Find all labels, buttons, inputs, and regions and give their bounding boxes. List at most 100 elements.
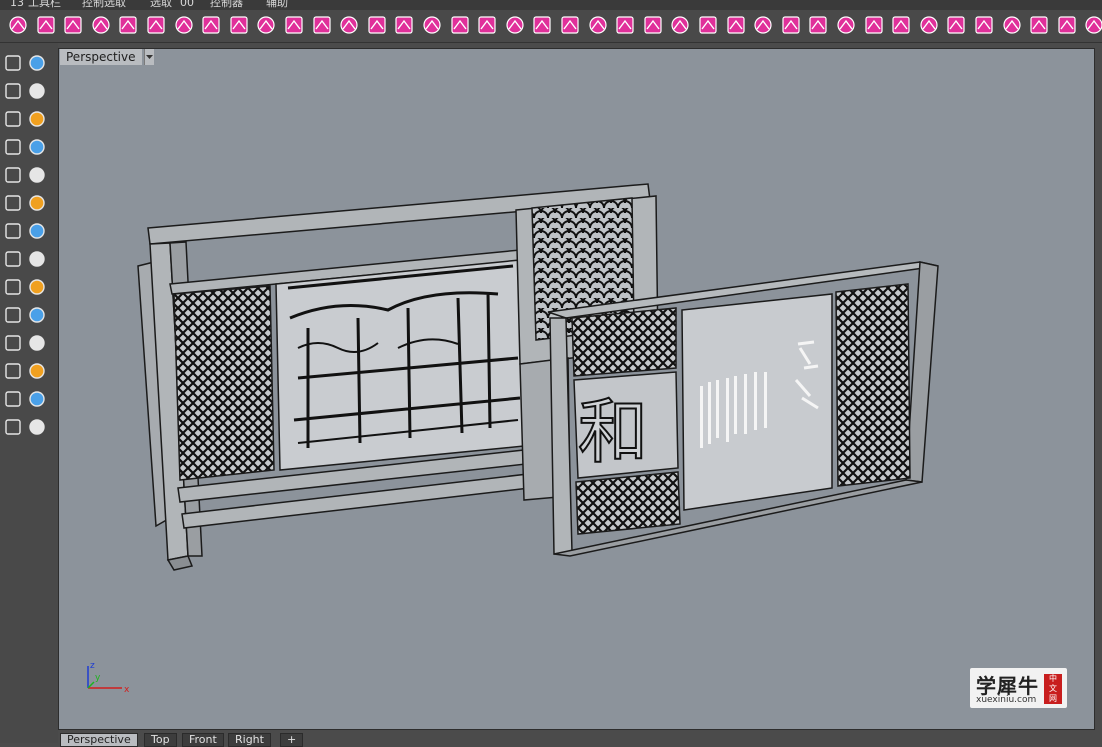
flow-tool-icon[interactable] — [917, 13, 941, 37]
right-panel: 和 — [547, 261, 939, 557]
axis-x-label: x — [124, 685, 130, 695]
watermark-logo: 学犀牛 xuexiniu.com 中 文 网 — [970, 668, 1067, 708]
join-tool-icon[interactable] — [668, 13, 692, 37]
split-icon[interactable] — [26, 275, 50, 299]
sphere-tool-icon[interactable] — [61, 13, 85, 37]
shade-icon[interactable] — [2, 415, 26, 439]
rotate-tool-icon[interactable] — [172, 13, 196, 37]
move-icon[interactable] — [26, 331, 50, 355]
text-icon[interactable] — [2, 303, 26, 327]
loft-tool-icon[interactable] — [144, 13, 168, 37]
surface-tool-icon[interactable] — [89, 13, 113, 37]
top-toolbar — [0, 10, 1102, 43]
axis-z-label: z — [90, 661, 95, 671]
extrude-solid-icon[interactable] — [2, 359, 26, 383]
project-tool-icon[interactable] — [475, 13, 499, 37]
surface-icon[interactable] — [2, 247, 26, 271]
tab-toolbar[interactable]: 工具栏 — [28, 0, 61, 10]
polyline-icon[interactable] — [2, 79, 26, 103]
torus-icon[interactable] — [26, 219, 50, 243]
seal-char: 文 — [1049, 684, 1057, 693]
rectangle-icon[interactable] — [26, 79, 50, 103]
extrude-tool-icon[interactable] — [420, 13, 444, 37]
viewport-title[interactable]: Perspective — [60, 49, 142, 65]
array-tool-icon[interactable] — [254, 13, 278, 37]
polygon-icon[interactable] — [2, 135, 26, 159]
curve-icon[interactable] — [2, 163, 26, 187]
patch-icon[interactable] — [26, 247, 50, 271]
viewport-tabs: Perspective Top Front Right + — [58, 731, 1102, 747]
group-tool-icon[interactable] — [724, 13, 748, 37]
viewport-menu-chevron-icon[interactable] — [144, 49, 154, 65]
split-tool-icon[interactable] — [641, 13, 665, 37]
grid-array-icon[interactable] — [2, 387, 26, 411]
transform-icon[interactable] — [2, 331, 26, 355]
fillet-tool-icon[interactable] — [282, 13, 306, 37]
perspective-viewport[interactable]: 和 Perspective x y z 学犀牛 xuexiniu.com 中 文 — [58, 48, 1095, 730]
orient-tool-icon[interactable] — [889, 13, 913, 37]
check-icon[interactable] — [26, 415, 50, 439]
tab-controller[interactable]: 控制器 — [210, 0, 243, 10]
boolean-diff-tool-icon[interactable] — [365, 13, 389, 37]
tab-select[interactable]: 选取 — [150, 0, 172, 10]
box-tool-icon[interactable] — [34, 13, 58, 37]
add-viewport-tab-button[interactable]: + — [280, 733, 304, 747]
cylinder-icon[interactable] — [2, 219, 26, 243]
seal-char: 网 — [1049, 694, 1057, 703]
taper-tool-icon[interactable] — [1000, 13, 1024, 37]
trim-tool-icon[interactable] — [613, 13, 637, 37]
tab-perspective[interactable]: Perspective — [60, 733, 138, 747]
watermark-seal: 中 文 网 — [1044, 674, 1062, 704]
boolean-icon[interactable] — [2, 275, 26, 299]
tab-control-select[interactable]: 控制选取 — [82, 0, 126, 10]
select-icon[interactable] — [2, 51, 26, 75]
axis-indicator: x y z — [87, 661, 130, 695]
scale-tool-icon[interactable] — [199, 13, 223, 37]
chamfer-tool-icon[interactable] — [310, 13, 334, 37]
tab-right[interactable]: Right — [228, 733, 271, 747]
grid-tool-icon[interactable] — [1082, 13, 1102, 37]
snap-icon[interactable] — [26, 387, 50, 411]
tab-front[interactable]: Front — [182, 733, 224, 747]
tab-top[interactable]: Top — [144, 733, 177, 747]
tab-13[interactable]: 13 — [10, 0, 24, 10]
osnap-tool-icon[interactable] — [1055, 13, 1079, 37]
line-tool-icon[interactable] — [6, 13, 30, 37]
pipe-tool-icon[interactable] — [503, 13, 527, 37]
tab-00[interactable]: 00 — [180, 0, 194, 10]
dimension-icon[interactable] — [26, 303, 50, 327]
cap-tool-icon[interactable] — [558, 13, 582, 37]
box-solid-icon[interactable] — [2, 191, 26, 215]
edit-points-tool-icon[interactable] — [862, 13, 886, 37]
boolean-union-tool-icon[interactable] — [337, 13, 361, 37]
explode-tool-icon[interactable] — [696, 13, 720, 37]
boolean-split-tool-icon[interactable] — [392, 13, 416, 37]
toolbar-tab-strip: 13 工具栏 控制选取 选取 00 控制器 辅助 — [0, 0, 1102, 10]
ungroup-tool-icon[interactable] — [751, 13, 775, 37]
bend-tool-icon[interactable] — [972, 13, 996, 37]
sweep-tool-icon[interactable] — [116, 13, 140, 37]
circle-icon[interactable] — [2, 107, 26, 131]
layer-tool-icon[interactable] — [779, 13, 803, 37]
calligraphy-character: 和 — [578, 391, 648, 473]
wall-icon[interactable] — [26, 359, 50, 383]
mirror-tool-icon[interactable] — [227, 13, 251, 37]
seal-char: 中 — [1049, 674, 1057, 683]
ellipse-icon[interactable] — [26, 107, 50, 131]
twist-tool-icon[interactable] — [944, 13, 968, 37]
tab-auxiliary[interactable]: 辅助 — [266, 0, 288, 10]
render-tool-icon[interactable] — [806, 13, 830, 37]
blend-tool-icon[interactable] — [586, 13, 610, 37]
cage-tool-icon[interactable] — [834, 13, 858, 37]
watermark-url: xuexiniu.com — [976, 695, 1037, 705]
scene-model: 和 — [137, 183, 939, 571]
fillet-curve-icon[interactable] — [26, 163, 50, 187]
arc-icon[interactable] — [26, 135, 50, 159]
offset-tool-icon[interactable] — [448, 13, 472, 37]
left-toolbar — [0, 43, 58, 743]
unroll-tool-icon[interactable] — [530, 13, 554, 37]
morph-tool-icon[interactable] — [1027, 13, 1051, 37]
sphere-solid-icon[interactable] — [26, 191, 50, 215]
point-icon[interactable] — [26, 51, 50, 75]
axis-y-label: y — [95, 673, 101, 683]
